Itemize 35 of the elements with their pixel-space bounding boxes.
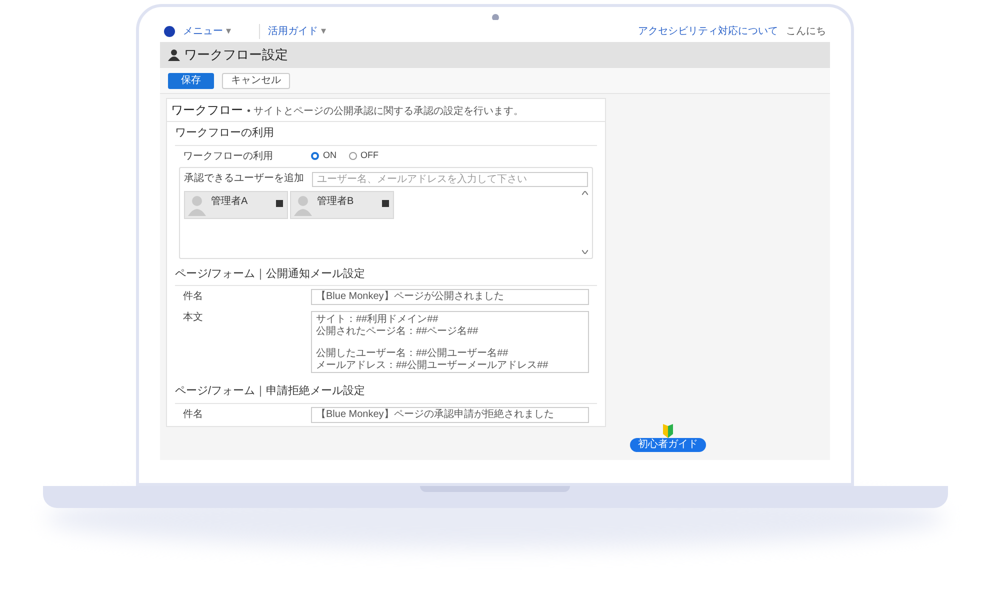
remove-icon[interactable] (382, 200, 389, 206)
avatar-icon (293, 194, 313, 216)
panel-description: • サイトとページの公開承認に関する承認の設定を行います。 (247, 104, 524, 119)
input-field[interactable]: 【Blue Monkey】ページが公開されました (311, 289, 589, 305)
logo-icon (164, 26, 175, 36)
user-search-field[interactable]: ユーザー名、メールアドレスを入力して下さい (312, 172, 588, 186)
user-name: 管理者B (317, 194, 354, 208)
remove-icon[interactable] (276, 200, 283, 206)
save-button[interactable]: 保存 (168, 72, 214, 88)
panel-title: ワークフロー (171, 102, 243, 119)
user-name: 管理者A (211, 194, 248, 208)
scroll-down-icon[interactable] (582, 250, 588, 254)
scroll-up-icon[interactable] (582, 190, 588, 194)
radio-option[interactable]: ON (311, 149, 336, 163)
section-heading: ワークフローの利用 (175, 122, 597, 146)
page-title: ワークフロー設定 (184, 46, 288, 64)
guide-dropdown[interactable]: 活用ガイド ▾ (259, 24, 326, 38)
field-label: 件名 (183, 408, 204, 422)
avatar-icon (187, 194, 207, 216)
field-label: ワークフローの利用 (183, 150, 274, 164)
section-heading: ページ/フォーム｜公開通知メール設定 (175, 262, 597, 286)
beginner-mark-icon (662, 424, 674, 438)
cancel-button[interactable]: キャンセル (222, 72, 290, 88)
field-label: 承認できるユーザーを追加 (184, 172, 305, 186)
accessibility-link[interactable]: アクセシビリティ対応について (638, 24, 778, 38)
section-heading: ページ/フォーム｜申請拒絶メール設定 (175, 380, 597, 404)
radio-option[interactable]: OFF (348, 149, 378, 163)
menu-dropdown[interactable]: メニュー ▾ (183, 24, 251, 38)
greeting-text: こんにち (786, 24, 826, 38)
field-label: 件名 (183, 290, 204, 304)
user-icon (168, 49, 180, 61)
input-field[interactable]: 【Blue Monkey】ページの承認申請が拒絶されました (311, 406, 589, 422)
textarea-field[interactable]: サイト：##利用ドメイン## 公開されたページ名：##ページ名## 公開したユーザー名：##公開ユーザー名## メールアドレス：##公開ユーザーメールアドレス## (311, 311, 589, 373)
guide-badge[interactable]: 初心者ガイド (630, 438, 706, 452)
field-label: 本文 (183, 311, 204, 325)
